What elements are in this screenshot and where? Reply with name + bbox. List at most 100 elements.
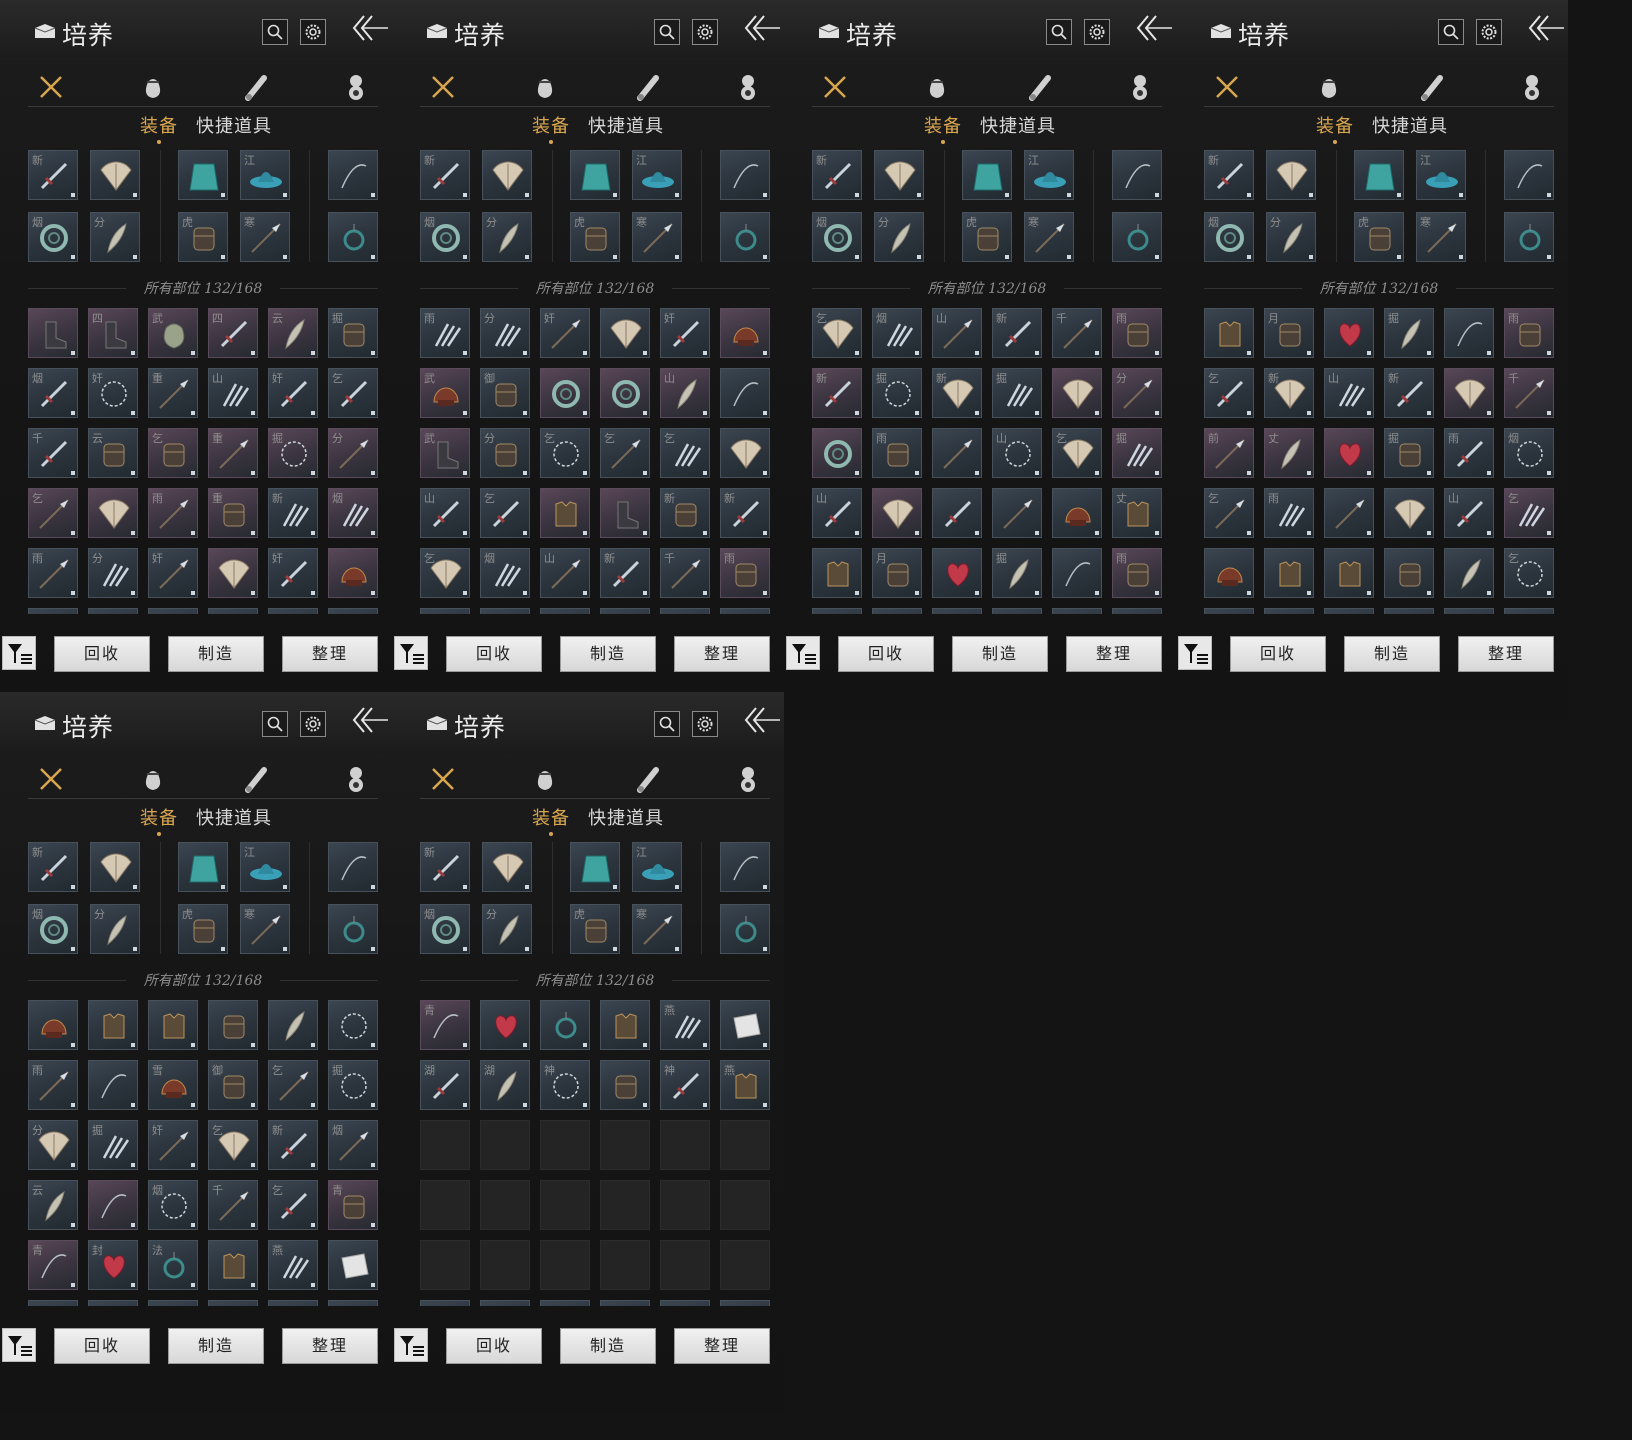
inventory-item[interactable] <box>88 1060 138 1110</box>
equipped-slot[interactable]: 虎 <box>178 904 228 954</box>
inventory-item[interactable]: 分 <box>88 548 138 598</box>
equipped-slot[interactable]: 分 <box>482 904 532 954</box>
tab-emblem[interactable] <box>341 764 371 794</box>
inventory-item[interactable] <box>600 1060 650 1110</box>
filter-button[interactable] <box>394 1328 428 1362</box>
inventory-item[interactable] <box>540 1000 590 1050</box>
back-arrow-icon[interactable] <box>1524 12 1566 44</box>
inventory-item[interactable]: 奸 <box>148 548 198 598</box>
inventory-item[interactable] <box>28 308 78 358</box>
search-button[interactable] <box>262 711 288 737</box>
partial-row-slot[interactable] <box>660 1300 710 1306</box>
tab-equipment[interactable]: 装备 <box>532 112 570 144</box>
equipped-slot[interactable]: 新 <box>1204 150 1254 200</box>
inventory-item[interactable]: 山 <box>1324 368 1374 418</box>
inventory-item[interactable] <box>1324 428 1374 478</box>
inventory-item[interactable]: 新 <box>268 1120 318 1170</box>
inventory-item[interactable]: 月 <box>1264 308 1314 358</box>
inventory-item[interactable]: 奸 <box>88 368 138 418</box>
inventory-item[interactable] <box>600 308 650 358</box>
partial-row-slot[interactable] <box>148 608 198 614</box>
inventory-item[interactable]: 乞 <box>28 488 78 538</box>
empty-slot[interactable] <box>540 1240 590 1290</box>
tab-pouch[interactable] <box>530 764 560 794</box>
tab-equipment[interactable]: 装备 <box>140 112 178 144</box>
back-arrow-icon[interactable] <box>1132 12 1174 44</box>
tab-pouch[interactable] <box>138 764 168 794</box>
equipped-slot[interactable] <box>178 842 228 892</box>
inventory-item[interactable]: 奸 <box>540 308 590 358</box>
inventory-item[interactable] <box>720 1000 770 1050</box>
inventory-item[interactable] <box>1384 548 1434 598</box>
partial-row-slot[interactable] <box>1504 608 1554 614</box>
inventory-item[interactable]: 云 <box>268 308 318 358</box>
inventory-item[interactable]: 新 <box>1384 368 1434 418</box>
inventory-item[interactable] <box>1444 368 1494 418</box>
tab-emblem[interactable] <box>1125 72 1155 102</box>
partial-row-slot[interactable] <box>268 608 318 614</box>
inventory-item[interactable]: 千 <box>28 428 78 478</box>
craft-button[interactable]: 制造 <box>1344 636 1440 672</box>
tab-scroll[interactable] <box>1416 72 1446 102</box>
inventory-item[interactable]: 乞 <box>660 428 710 478</box>
inventory-item[interactable] <box>720 368 770 418</box>
equipped-slot[interactable]: 寒 <box>240 212 290 262</box>
inventory-item[interactable]: 山 <box>812 488 862 538</box>
equipped-slot[interactable]: 虎 <box>570 904 620 954</box>
partial-row-slot[interactable] <box>1204 608 1254 614</box>
partial-row-slot[interactable] <box>208 608 258 614</box>
inventory-item[interactable]: 神 <box>660 1060 710 1110</box>
recycle-button[interactable]: 回收 <box>446 1328 542 1364</box>
empty-slot[interactable] <box>480 1120 530 1170</box>
search-button[interactable] <box>262 19 288 45</box>
empty-slot[interactable] <box>660 1180 710 1230</box>
inventory-item[interactable] <box>1324 488 1374 538</box>
sort-button[interactable]: 整理 <box>282 636 378 672</box>
equipped-slot[interactable]: 新 <box>420 150 470 200</box>
tab-scroll[interactable] <box>1024 72 1054 102</box>
inventory-item[interactable]: 千 <box>1504 368 1554 418</box>
inventory-item[interactable]: 雨 <box>420 308 470 358</box>
partial-row-slot[interactable] <box>600 608 650 614</box>
tab-scroll[interactable] <box>240 72 270 102</box>
inventory-item[interactable] <box>1384 488 1434 538</box>
inventory-item[interactable] <box>88 1000 138 1050</box>
inventory-item[interactable]: 掘 <box>992 368 1042 418</box>
equipped-slot[interactable] <box>720 212 770 262</box>
empty-slot[interactable] <box>660 1240 710 1290</box>
inventory-item[interactable] <box>1444 308 1494 358</box>
inventory-item[interactable] <box>812 428 862 478</box>
partial-row-slot[interactable] <box>812 608 862 614</box>
equipped-slot[interactable] <box>90 150 140 200</box>
inventory-item[interactable]: 烟 <box>1504 428 1554 478</box>
inventory-item[interactable]: 乞 <box>540 428 590 478</box>
inventory-item[interactable]: 雨 <box>148 488 198 538</box>
sort-button[interactable]: 整理 <box>1066 636 1162 672</box>
inventory-item[interactable] <box>1052 488 1102 538</box>
back-arrow-icon[interactable] <box>740 12 782 44</box>
inventory-item[interactable]: 新 <box>932 368 982 418</box>
equipped-slot[interactable] <box>720 842 770 892</box>
partial-row-slot[interactable] <box>720 608 770 614</box>
tab-crossed-swords[interactable] <box>36 72 66 102</box>
settings-button[interactable] <box>692 711 718 737</box>
inventory-item[interactable]: 雨 <box>720 548 770 598</box>
inventory-item[interactable]: 雨 <box>28 548 78 598</box>
craft-button[interactable]: 制造 <box>168 1328 264 1364</box>
back-arrow-icon[interactable] <box>740 704 782 736</box>
tab-quick-items[interactable]: 快捷道具 <box>196 804 272 830</box>
inventory-item[interactable] <box>88 488 138 538</box>
inventory-item[interactable] <box>540 368 590 418</box>
equipped-slot[interactable]: 寒 <box>632 904 682 954</box>
inventory-item[interactable] <box>328 548 378 598</box>
tab-crossed-swords[interactable] <box>428 72 458 102</box>
craft-button[interactable]: 制造 <box>952 636 1048 672</box>
tab-emblem[interactable] <box>341 72 371 102</box>
tab-crossed-swords[interactable] <box>428 764 458 794</box>
inventory-item[interactable]: 乞 <box>480 488 530 538</box>
partial-row-slot[interactable] <box>1384 608 1434 614</box>
equipped-slot[interactable]: 新 <box>28 150 78 200</box>
inventory-item[interactable]: 月 <box>872 548 922 598</box>
inventory-item[interactable] <box>328 1240 378 1290</box>
inventory-item[interactable] <box>600 368 650 418</box>
